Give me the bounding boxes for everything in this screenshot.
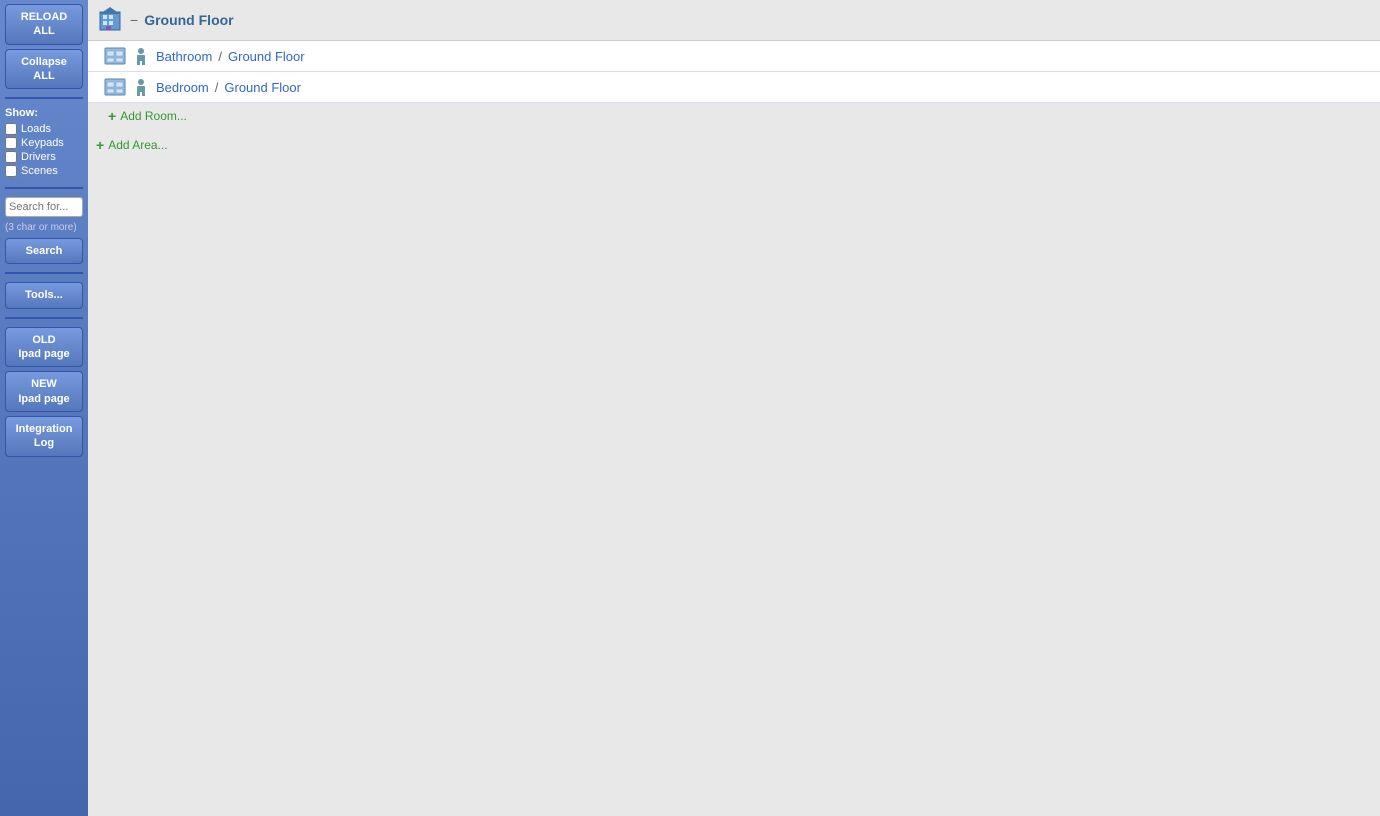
add-room-row[interactable]: + Add Room... [88, 103, 1380, 129]
add-room-label[interactable]: Add Room... [120, 109, 187, 123]
search-input[interactable] [5, 197, 83, 217]
scenes-label: Scenes [21, 165, 58, 177]
bathroom-person-icon [132, 47, 150, 65]
add-room-plus-icon: + [108, 108, 116, 124]
bedroom-separator: / [215, 80, 219, 95]
scenes-checkbox[interactable] [5, 165, 17, 177]
add-area-label[interactable]: Add Area... [108, 138, 167, 152]
old-ipad-button[interactable]: OLD Ipad page [5, 327, 83, 368]
bathroom-room-row[interactable]: Bathroom / Ground Floor [88, 41, 1380, 72]
keypads-label: Keypads [21, 137, 64, 149]
floor-header: − Ground Floor [88, 0, 1380, 41]
show-section: Show: Loads Keypads Drivers Scenes [5, 107, 83, 179]
building-icon [96, 6, 124, 34]
drivers-checkbox[interactable] [5, 151, 17, 163]
divider-4 [5, 317, 83, 319]
main-content: − Ground Floor Bathroom / Ground Floor [88, 0, 1380, 816]
sidebar: RELOAD ALL Collapse ALL Show: Loads Keyp… [0, 0, 88, 816]
bedroom-link[interactable]: Bedroom [156, 80, 209, 95]
integration-log-button[interactable]: Integration Log [5, 416, 83, 457]
keypads-checkbox[interactable] [5, 137, 17, 149]
search-hint: (3 char or more) [5, 221, 83, 234]
bathroom-link[interactable]: Bathroom [156, 49, 212, 64]
drivers-checkbox-label[interactable]: Drivers [5, 151, 83, 163]
collapse-all-button[interactable]: Collapse ALL [5, 49, 83, 90]
add-area-row[interactable]: + Add Area... [88, 129, 1380, 161]
tools-button[interactable]: Tools... [5, 282, 83, 308]
reload-all-button[interactable]: RELOAD ALL [5, 4, 83, 45]
divider-2 [5, 187, 83, 189]
keypads-checkbox-label[interactable]: Keypads [5, 137, 83, 149]
bathroom-floor-link[interactable]: Ground Floor [228, 49, 305, 64]
drivers-label: Drivers [21, 151, 56, 163]
loads-checkbox[interactable] [5, 123, 17, 135]
floor-collapse-icon[interactable]: − [130, 12, 138, 28]
bedroom-person-icon [132, 78, 150, 96]
bedroom-room-icon [104, 78, 126, 96]
add-area-plus-icon: + [96, 137, 104, 153]
divider-1 [5, 97, 83, 99]
search-button[interactable]: Search [5, 238, 83, 264]
bathroom-room-icon [104, 47, 126, 65]
divider-3 [5, 272, 83, 274]
show-title: Show: [5, 107, 83, 119]
bedroom-floor-link[interactable]: Ground Floor [224, 80, 301, 95]
loads-label: Loads [21, 123, 51, 135]
scenes-checkbox-label[interactable]: Scenes [5, 165, 83, 177]
loads-checkbox-label[interactable]: Loads [5, 123, 83, 135]
new-ipad-button[interactable]: NEW Ipad page [5, 371, 83, 412]
bedroom-room-row[interactable]: Bedroom / Ground Floor [88, 72, 1380, 103]
floor-title: Ground Floor [144, 12, 233, 28]
bathroom-separator: / [218, 49, 222, 64]
